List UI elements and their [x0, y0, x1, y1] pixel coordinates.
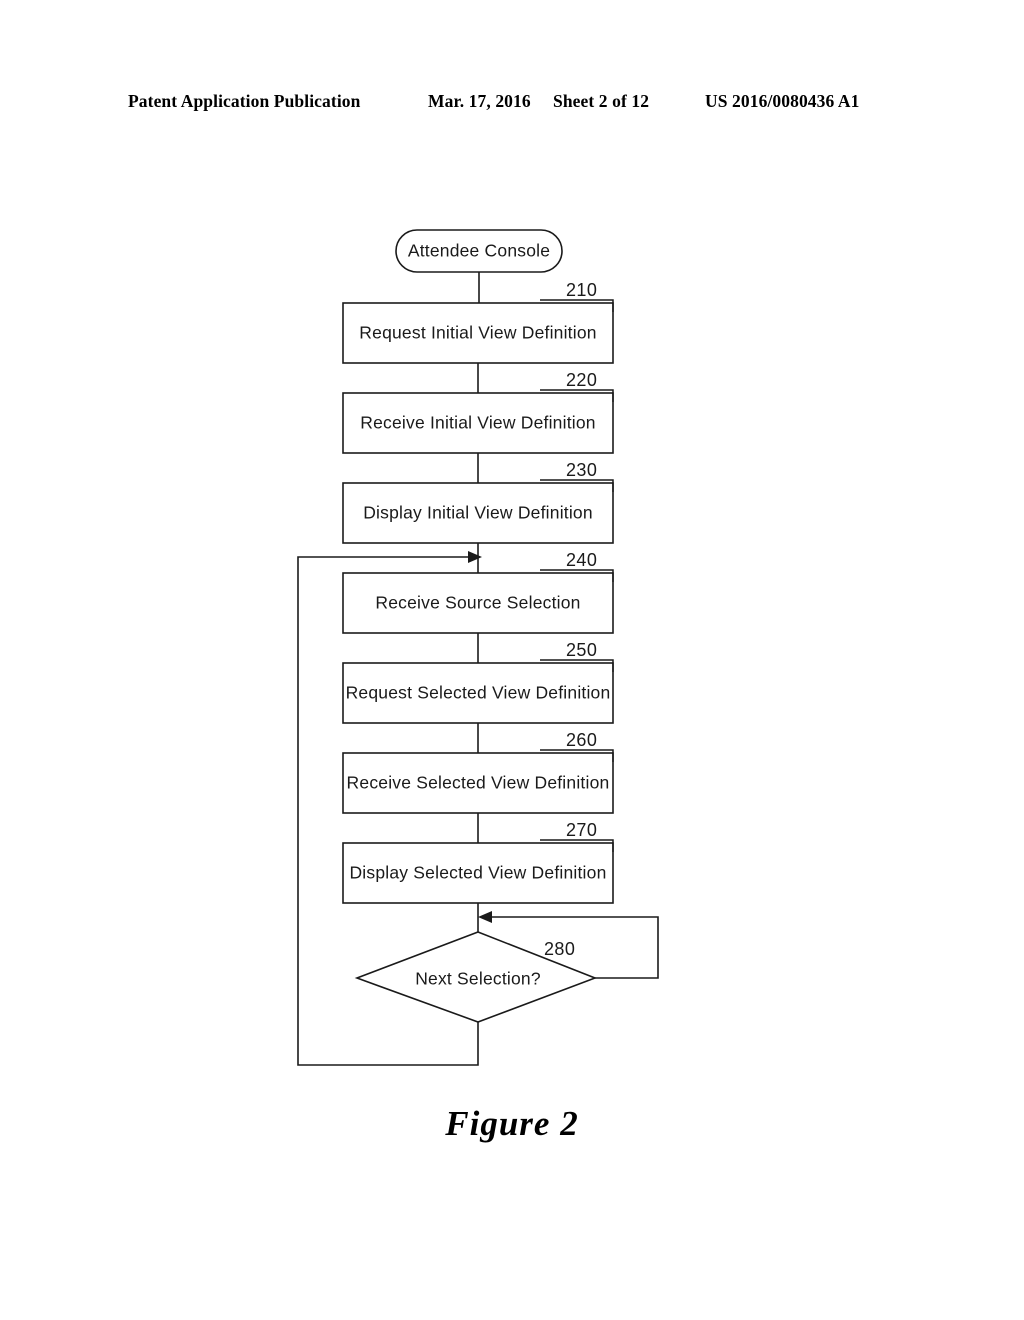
node-280-label: Next Selection?: [415, 969, 541, 989]
ref-number-240: 240: [566, 550, 597, 570]
arrowhead-return-into-280-junction: [478, 911, 492, 923]
node-210-label: Request Initial View Definition: [359, 323, 596, 343]
node-250-label: Request Selected View Definition: [346, 683, 611, 703]
arrowhead-feedback-into-240: [468, 551, 482, 563]
ref-number-210: 210: [566, 280, 597, 300]
ref-number-260: 260: [566, 730, 597, 750]
node-260-label: Receive Selected View Definition: [347, 773, 610, 793]
node-240-label: Receive Source Selection: [375, 593, 580, 613]
ref-number-280: 280: [544, 939, 575, 959]
ref-number-230: 230: [566, 460, 597, 480]
figure-caption: Figure 2: [445, 1104, 579, 1143]
node-attendee-console-label: Attendee Console: [408, 241, 550, 261]
ref-number-220: 220: [566, 370, 597, 390]
node-230-label: Display Initial View Definition: [363, 503, 593, 523]
node-220-label: Receive Initial View Definition: [360, 413, 595, 433]
ref-number-270: 270: [566, 820, 597, 840]
node-270-label: Display Selected View Definition: [349, 863, 606, 883]
ref-number-250: 250: [566, 640, 597, 660]
